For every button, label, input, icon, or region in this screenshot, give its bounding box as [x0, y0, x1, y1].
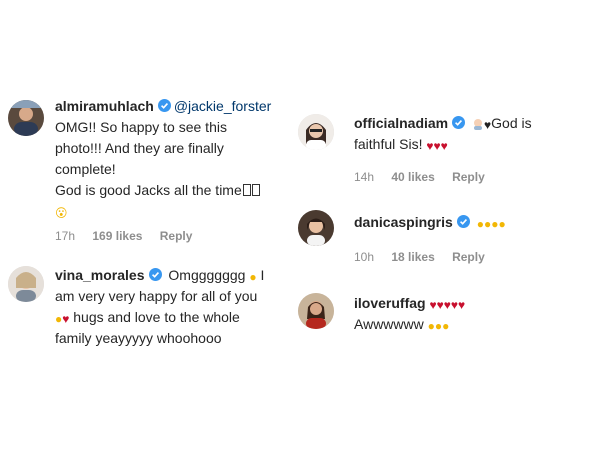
username[interactable]: danicaspingris — [354, 214, 453, 230]
comment-time: 14h — [354, 170, 375, 184]
red-heart-emoji-icon: ♥ — [62, 312, 70, 326]
comment-text-line: I — [260, 267, 265, 283]
username[interactable]: almiramuhlach — [55, 98, 154, 114]
username[interactable]: vina_morales — [55, 267, 145, 283]
comment-text-line: am very very happy for all of you — [55, 288, 258, 304]
smiley-emoji-icon: ●●● — [427, 319, 450, 333]
missing-glyph-icon — [251, 184, 260, 196]
baby-emoji-icon — [474, 119, 483, 130]
red-heart-emoji-icon: ♥♥♥♥♥ — [429, 298, 466, 312]
comment-time: 17h — [55, 229, 76, 243]
missing-glyph-icon — [242, 184, 251, 196]
likes-count[interactable]: 18 likes — [391, 250, 434, 264]
reply-button[interactable]: Reply — [160, 229, 193, 243]
comment-text-line: Awwwwww — [354, 316, 424, 332]
comment-text-line: God is good Jacks all the time — [55, 182, 242, 198]
comment-text-line: family yeayyyyy whoohooo — [55, 330, 222, 346]
astonished-emoji-icon: 😮 — [55, 206, 68, 220]
comment-text-line: hugs and love to the whole — [73, 309, 240, 325]
avatar[interactable] — [298, 114, 334, 150]
avatar[interactable] — [8, 266, 44, 302]
smiley-emoji-icon: ●●●● — [476, 217, 506, 231]
smiley-emoji-icon: ● — [55, 312, 63, 326]
likes-count[interactable]: 169 likes — [92, 229, 142, 243]
comment-text: God is — [491, 115, 532, 131]
reply-button[interactable]: Reply — [452, 250, 485, 264]
mention-link[interactable]: @jackie_forster — [174, 98, 271, 114]
verified-badge-icon — [456, 215, 470, 228]
comment-text-line: photo!!! And they are finally — [55, 140, 224, 156]
comment-text-line: OMG!! So happy to see this — [55, 119, 227, 135]
comment-text: Omggggggg — [168, 267, 246, 283]
verified-badge-icon — [148, 268, 162, 281]
username[interactable]: iloveruffag — [354, 295, 426, 311]
smiley-emoji-icon: ● — [249, 270, 257, 284]
red-heart-emoji-icon: ♥♥♥ — [426, 139, 448, 153]
comment-time: 10h — [354, 250, 375, 264]
verified-badge-icon — [452, 116, 466, 129]
avatar[interactable] — [298, 210, 334, 246]
verified-badge-icon — [157, 99, 171, 112]
comment-text-line: faithful Sis! — [354, 136, 423, 152]
reply-button[interactable]: Reply — [452, 170, 485, 184]
comment-text-line: complete! — [55, 161, 116, 177]
avatar[interactable] — [298, 293, 334, 329]
username[interactable]: officialnadiam — [354, 115, 448, 131]
likes-count[interactable]: 40 likes — [391, 170, 434, 184]
avatar[interactable] — [8, 100, 44, 136]
